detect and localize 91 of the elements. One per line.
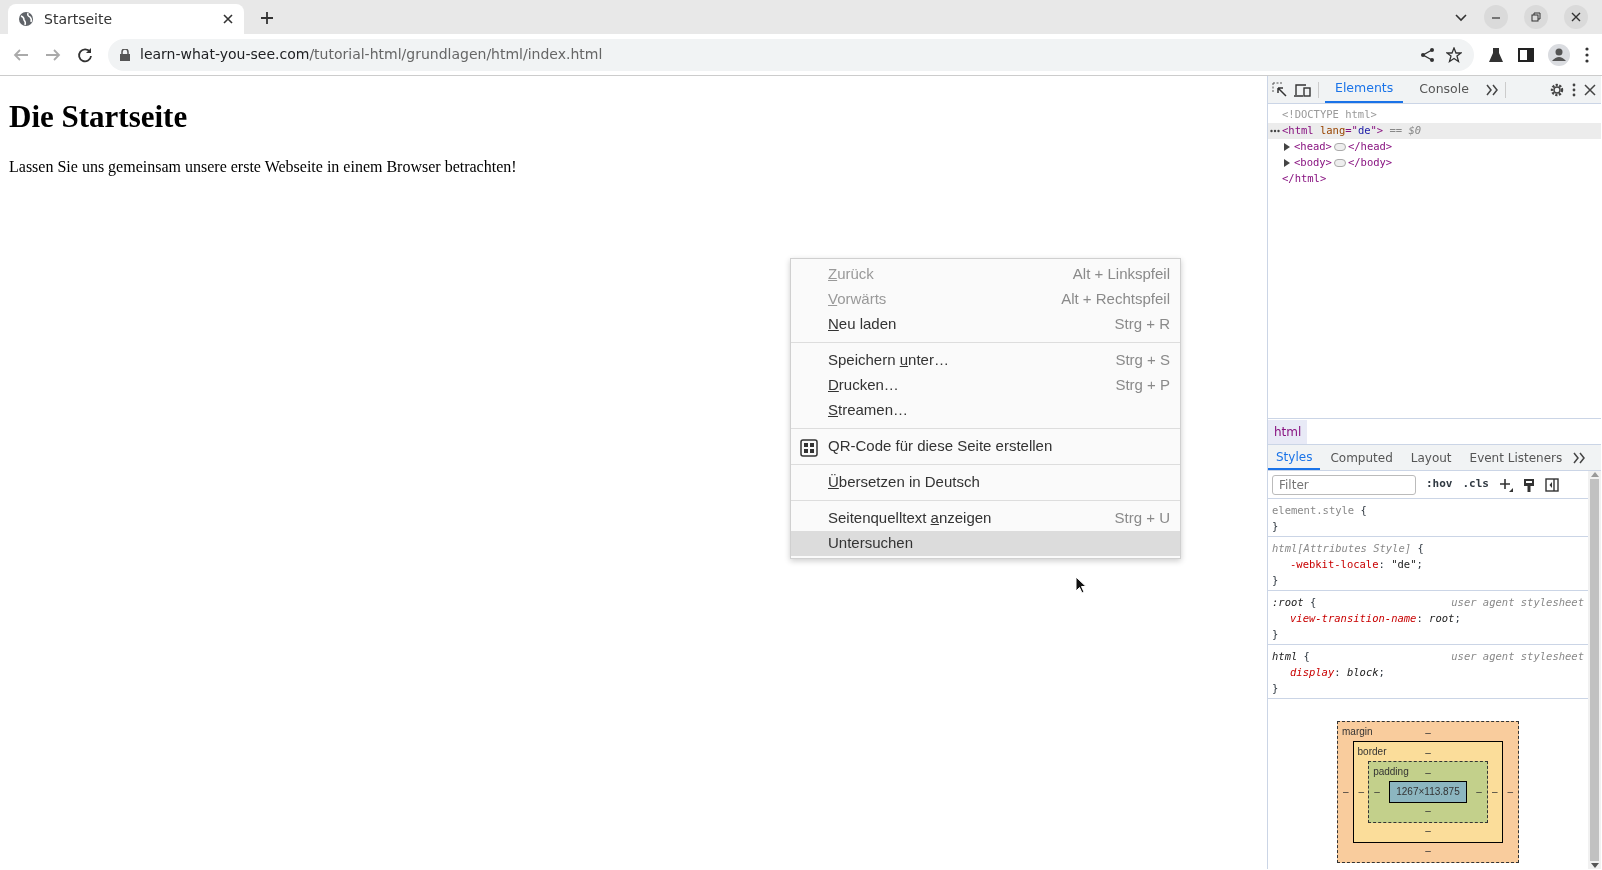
mouse-cursor-icon	[1075, 576, 1087, 594]
scrollbar[interactable]	[1588, 471, 1601, 869]
box-value: –	[1374, 785, 1380, 799]
dom-node-line[interactable]: <head> </head>	[1268, 139, 1601, 155]
menu-item[interactable]: QR-Code für diese Seite erstellen	[791, 434, 1180, 459]
minimize-icon[interactable]	[1484, 5, 1508, 29]
scroll-down-icon[interactable]	[1590, 863, 1599, 869]
filter-field[interactable]: Filter	[1272, 474, 1416, 495]
box-value: –	[1425, 767, 1431, 778]
box-value: –	[1358, 785, 1365, 799]
css-code-line: }	[1272, 519, 1279, 534]
settings-icon[interactable]	[1549, 81, 1565, 98]
globe-icon	[18, 11, 34, 27]
add-rule-icon[interactable]	[1499, 477, 1513, 492]
styles-tab[interactable]: Event Listeners	[1461, 445, 1571, 470]
ellipsis-icon	[1270, 129, 1280, 133]
close-icon[interactable]	[222, 13, 234, 25]
css-code-line: html[Attributes Style] {	[1272, 541, 1424, 556]
sidebar-toggle-icon[interactable]	[1545, 477, 1559, 492]
tab-title: Startseite	[44, 9, 114, 29]
stylesheet-origin: user agent stylesheet	[1451, 649, 1584, 664]
new-tab-icon[interactable]	[260, 11, 274, 25]
box-label: border	[1357, 745, 1387, 759]
shortcut-text: Strg + U	[1114, 508, 1170, 529]
box-label: margin	[1342, 725, 1373, 739]
css-code-line: html {	[1272, 649, 1310, 664]
box-value: –	[1425, 845, 1431, 856]
menu-item[interactable]: Drucken… Strg + P	[791, 373, 1180, 398]
page-paragraph: Lassen Sie uns gemeinsam unsere erste Webseite in einem Browser betrachten!	[9, 157, 518, 178]
qr-code-icon	[800, 439, 818, 457]
content-box: 1267×113.875	[1389, 781, 1467, 803]
close-icon[interactable]	[1583, 82, 1597, 97]
inspect-icon[interactable]	[1272, 81, 1288, 98]
menu-item[interactable]: Speichern unter… Strg + S	[791, 348, 1180, 373]
more-vertical-icon[interactable]	[1571, 82, 1577, 97]
address-bar[interactable]: learn-what-you-see.com/tutorial-html/grundlagen/html/index.html	[108, 38, 1474, 71]
scrollbar-thumb[interactable]	[1590, 479, 1599, 861]
box-value: –	[1491, 785, 1498, 799]
menu-item[interactable]: Untersuchen	[791, 531, 1180, 556]
shortcut-text: Strg + S	[1115, 350, 1170, 371]
css-code-line: }	[1272, 681, 1279, 696]
devtools-tab[interactable]: Console	[1409, 76, 1479, 103]
shortcut-text: Strg + R	[1114, 314, 1170, 335]
restore-icon[interactable]	[1524, 5, 1548, 29]
more-vertical-icon[interactable]	[1584, 46, 1590, 63]
device-toolbar-icon[interactable]	[1294, 81, 1312, 98]
box-value: –	[1425, 747, 1431, 758]
css-code-line: -webkit-locale: "de";	[1289, 557, 1423, 572]
shortcut-text: Alt + Rechtspfeil	[1061, 289, 1170, 310]
css-code-line: element.style {	[1272, 503, 1367, 518]
paint-brush-icon[interactable]	[1523, 477, 1535, 492]
dom-node-line[interactable]: <body> </body>	[1268, 155, 1601, 171]
share-icon[interactable]	[1420, 46, 1436, 63]
close-icon[interactable]	[1564, 5, 1588, 29]
css-code-line: }	[1272, 573, 1279, 588]
page-heading: Die Startseite	[9, 98, 189, 136]
box-value: –	[1343, 785, 1349, 799]
dom-node-line[interactable]: </html>	[1268, 171, 1601, 187]
side-panel-icon[interactable]	[1518, 46, 1534, 63]
more-tabs-icon[interactable]	[1572, 451, 1587, 464]
styles-tab[interactable]: Styles	[1268, 445, 1321, 470]
css-code-line: display: block;	[1289, 665, 1385, 680]
avatar-icon[interactable]	[1548, 43, 1570, 66]
menu-item[interactable]: Übersetzen in Deutsch	[791, 470, 1180, 495]
menu-item[interactable]: Seitenquelltext anzeigen Strg + U	[791, 506, 1180, 531]
box-value: –	[1425, 825, 1431, 836]
css-code-line: :root {	[1272, 595, 1317, 610]
box-label: padding	[1373, 765, 1409, 779]
css-code-line: }	[1272, 627, 1279, 642]
menu-item[interactable]: Streamen…	[791, 398, 1180, 423]
breadcrumb-item[interactable]: html	[1268, 419, 1308, 444]
box-value: –	[1476, 785, 1482, 799]
flask-icon[interactable]	[1488, 46, 1504, 63]
box-value: –	[1425, 727, 1431, 738]
star-icon[interactable]	[1446, 46, 1462, 63]
shortcut-text: Alt + Linkspfeil	[1072, 264, 1170, 285]
devtools-tab[interactable]: Elements	[1325, 76, 1404, 103]
cls-toggle[interactable]: .cls	[1462, 476, 1489, 493]
box-value: –	[1425, 805, 1431, 816]
css-code-line: view-transition-name: root;	[1289, 611, 1461, 626]
stylesheet-origin: user agent stylesheet	[1451, 595, 1584, 610]
shortcut-text: Strg + P	[1115, 375, 1170, 396]
styles-tab[interactable]: Computed	[1322, 445, 1401, 470]
browser-tab[interactable]: Startseite	[8, 4, 244, 34]
menu-item[interactable]: Neu laden Strg + R	[791, 312, 1180, 337]
styles-tab[interactable]: Layout	[1402, 445, 1460, 470]
box-value: –	[1507, 785, 1513, 799]
hov-toggle[interactable]: :hov	[1426, 476, 1453, 493]
lock-icon	[120, 48, 130, 61]
more-tabs-icon[interactable]	[1484, 83, 1499, 96]
url-text: learn-what-you-see.com/tutorial-html/grundlagen/html/index.html	[140, 45, 603, 64]
